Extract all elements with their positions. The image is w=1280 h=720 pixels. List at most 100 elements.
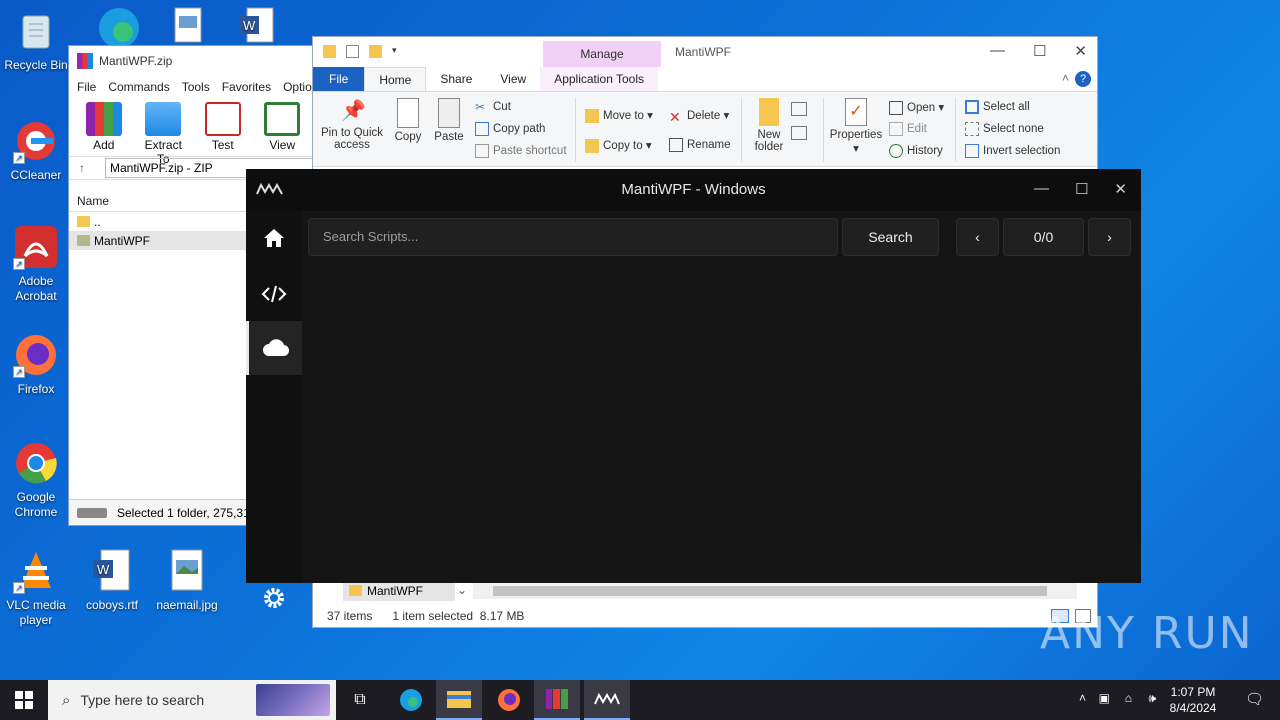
- folder-icon[interactable]: [323, 45, 336, 58]
- network-icon[interactable]: ⌂: [1125, 691, 1132, 705]
- add-button[interactable]: Add: [79, 102, 129, 152]
- search-scripts-input[interactable]: Search Scripts...: [308, 218, 838, 256]
- close-icon[interactable]: ✕: [1074, 42, 1087, 60]
- delete-button[interactable]: ✕ Delete ▾: [669, 108, 729, 125]
- new-folder-icon: [759, 98, 779, 126]
- tab-view[interactable]: View: [486, 67, 540, 91]
- taskbar-file-explorer[interactable]: [436, 680, 482, 720]
- edit-button[interactable]: Edit: [889, 122, 927, 136]
- desktop-icon-label: Firefox: [17, 382, 55, 396]
- rename-button[interactable]: Rename: [669, 138, 730, 152]
- maximize-icon[interactable]: ☐: [1075, 180, 1088, 198]
- menu-tools[interactable]: Tools: [182, 80, 210, 94]
- sidebar-item-home[interactable]: [246, 211, 302, 265]
- desktop-icon-vlc[interactable]: ↗ VLC media player: [0, 548, 72, 628]
- menu-file[interactable]: File: [77, 80, 96, 94]
- tab-file[interactable]: File: [313, 67, 365, 91]
- taskbar-search[interactable]: ⌕ Type here to search: [48, 680, 336, 720]
- mantiwpf-titlebar[interactable]: MantiWPF - Windows — ☐ ✕: [246, 169, 1141, 211]
- clock[interactable]: 1:07 PM 8/4/2024: [1158, 684, 1228, 716]
- invert-selection-label: Invert selection: [983, 145, 1061, 158]
- copy-path-label: Copy path: [493, 123, 546, 136]
- properties-button[interactable]: ✓ Properties ▾: [829, 98, 883, 155]
- winrar-titlebar[interactable]: MantiWPF.zip: [69, 46, 317, 76]
- chevron-down-icon[interactable]: ▾: [392, 45, 405, 58]
- properties-check-icon[interactable]: [346, 45, 359, 58]
- up-arrow-icon[interactable]: ↑: [79, 161, 85, 175]
- minimize-icon[interactable]: —: [1034, 180, 1049, 198]
- desktop-icon-label: coboys.rtf: [85, 598, 139, 612]
- taskbar-winrar[interactable]: [534, 680, 580, 720]
- cloud-icon: [262, 339, 289, 357]
- horizontal-scrollbar[interactable]: [473, 583, 1077, 599]
- copy-path-icon: [475, 122, 489, 136]
- taskbar-firefox[interactable]: [486, 680, 532, 720]
- minimize-icon[interactable]: —: [990, 42, 1005, 60]
- nav-pane-item[interactable]: MantiWPF: [343, 581, 455, 601]
- pin-to-quick-access-button[interactable]: 📌 Pin to Quick access: [319, 98, 385, 151]
- copy-to-icon: [585, 138, 599, 153]
- desktop-icon-firefox[interactable]: ↗ Firefox: [0, 332, 72, 397]
- sidebar-item-editor[interactable]: [246, 267, 302, 321]
- desktop-icon-recycle-bin[interactable]: Recycle Bin: [0, 8, 72, 73]
- task-view-button[interactable]: ⧉: [338, 680, 382, 720]
- move-to-button[interactable]: Move to ▾: [585, 108, 653, 123]
- copy-path-button[interactable]: Copy path: [475, 122, 545, 136]
- volume-icon[interactable]: 🕪: [1148, 691, 1156, 706]
- paste-shortcut-button[interactable]: Paste shortcut: [475, 144, 567, 158]
- desktop-icon-coboys-rtf[interactable]: W coboys.rtf: [76, 548, 148, 613]
- copy-button[interactable]: Copy: [391, 98, 425, 143]
- search-button[interactable]: Search: [842, 218, 939, 256]
- nav-pane-item-label: MantiWPF: [367, 584, 424, 598]
- cut-button[interactable]: ✂ Cut: [475, 100, 511, 114]
- desktop-icon-google-chrome[interactable]: Google Chrome: [0, 440, 72, 520]
- next-page-button[interactable]: ›: [1088, 218, 1131, 256]
- easy-access-icon[interactable]: [791, 126, 807, 140]
- select-all-button[interactable]: Select all: [965, 100, 1030, 114]
- menu-commands[interactable]: Commands: [108, 80, 169, 94]
- copy-to-button[interactable]: Copy to ▾: [585, 138, 652, 153]
- mantiwpf-window[interactable]: MantiWPF - Windows — ☐ ✕ Search Scripts.…: [246, 169, 1141, 608]
- taskbar-mantiwpf[interactable]: [584, 680, 630, 720]
- new-item-icon[interactable]: [791, 102, 807, 116]
- extract-to-button[interactable]: Extract To: [139, 102, 189, 166]
- selection-count: 1 item selected: [392, 609, 474, 623]
- tab-share[interactable]: Share: [426, 67, 486, 91]
- taskbar-edge[interactable]: [388, 680, 434, 720]
- new-folder-button[interactable]: New folder: [747, 98, 791, 153]
- folder-extract-icon: [145, 102, 182, 136]
- desktop-icon-naemail-jpg[interactable]: naemail.jpg: [151, 548, 223, 613]
- sidebar-item-settings[interactable]: [246, 571, 302, 625]
- scrollbar-thumb[interactable]: [493, 586, 1047, 596]
- copy-icon: [397, 98, 419, 128]
- start-button[interactable]: [0, 680, 48, 720]
- tab-application-tools[interactable]: Application Tools: [540, 67, 659, 91]
- menu-favorites[interactable]: Favorites: [222, 80, 271, 94]
- open-button[interactable]: Open ▾: [889, 100, 944, 115]
- select-none-button[interactable]: Select none: [965, 122, 1044, 136]
- desktop-icon-adobe-acrobat[interactable]: ↗ Adobe Acrobat: [0, 224, 72, 304]
- close-icon[interactable]: ✕: [1114, 180, 1127, 198]
- chevron-down-icon[interactable]: ⌄: [457, 583, 467, 597]
- view-button[interactable]: View: [258, 102, 308, 152]
- display-icon[interactable]: ▣: [1099, 691, 1110, 705]
- previous-page-button[interactable]: ‹: [956, 218, 999, 256]
- help-icon[interactable]: ?: [1075, 71, 1091, 87]
- select-none-label: Select none: [983, 123, 1044, 136]
- new-folder-icon[interactable]: [369, 45, 382, 58]
- notification-icon[interactable]: 🗨: [1245, 690, 1264, 708]
- test-button[interactable]: Test: [198, 102, 248, 152]
- sidebar-item-cloud-scripts[interactable]: [246, 321, 302, 375]
- explorer-titlebar[interactable]: ▾ Manage MantiWPF — ☐ ✕: [313, 37, 1097, 67]
- chevron-up-icon[interactable]: ˄: [1079, 691, 1086, 705]
- chevron-up-icon[interactable]: ˄: [1062, 71, 1069, 85]
- invert-selection-button[interactable]: Invert selection: [965, 144, 1060, 158]
- maximize-icon[interactable]: ☐: [1033, 42, 1046, 60]
- menu-options[interactable]: Optio: [283, 80, 312, 94]
- paste-button[interactable]: Paste: [431, 98, 467, 143]
- history-button[interactable]: History: [889, 144, 943, 158]
- tab-home[interactable]: Home: [364, 67, 427, 91]
- desktop-icon-ccleaner[interactable]: ↗ CCleaner: [0, 118, 72, 183]
- clipboard-check-icon: [204, 102, 241, 136]
- manage-context-tab[interactable]: Manage: [543, 41, 661, 67]
